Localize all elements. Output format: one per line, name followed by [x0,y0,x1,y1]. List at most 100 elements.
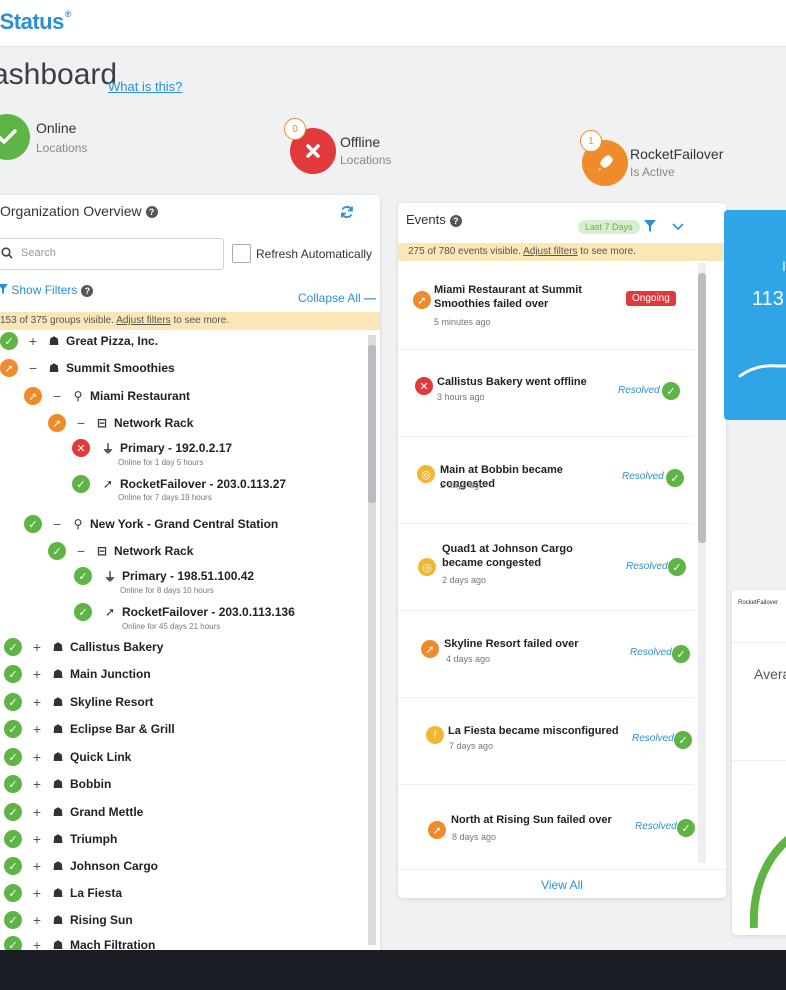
tree-row[interactable]: ✓ − ⊟ Network Rack [48,540,193,562]
date-range-badge[interactable]: Last 7 Days [578,220,640,234]
expand-icon[interactable]: + [30,885,44,901]
tree-row[interactable]: ✓ + ☗ Quick Link [4,746,131,768]
help-icon[interactable]: ? [81,284,94,297]
rocket-icon: ➚ [0,359,18,377]
refresh-automatically-checkbox[interactable] [232,244,251,263]
check-icon: ✓ [662,382,680,400]
show-filters-button[interactable]: Show Filters? [0,283,94,297]
collapse-icon[interactable]: − [50,388,64,404]
event-item[interactable]: ➚ North at Rising Sun failed over 8 days… [398,785,695,871]
events-notice: 275 of 780 events visible. Adjust filter… [398,243,726,261]
tree-row[interactable]: ✓ + ☗ Mach Filtration [4,934,155,950]
tree-row[interactable]: ✓ + ☗ Main Junction [4,663,151,685]
plug-icon: ⏚ [101,441,114,456]
tree-row[interactable]: ➚ − ☗ Summit Smoothies [0,357,175,379]
groups-notice: 153 of 375 groups visible. Adjust filter… [0,312,380,330]
collapse-all-button[interactable]: Collapse All — [298,291,376,305]
rocket-icon: ➚ [48,414,66,432]
event-item[interactable]: ➚ Miami Restaurant at Summit Smoothies f… [398,263,694,350]
tree-row[interactable]: ✓ + ☗ Grand Mettle [4,801,143,823]
app-logo[interactable]: iStatus® [0,9,72,35]
panel-title: Organization Overview? [0,203,158,219]
search-input[interactable]: Search [0,238,224,270]
event-time: 2 days ago [440,480,485,490]
status-label: Resolved [632,733,674,744]
expand-icon[interactable]: + [30,776,44,792]
tree-row[interactable]: ➚ − ⚲ Miami Restaurant [24,385,190,407]
tree-row[interactable]: ✓ + ☗ Rising Sun [4,909,133,931]
tree-row[interactable]: ✓ + ☗ Bobbin [4,773,111,795]
collapse-icon[interactable]: − [74,543,88,559]
tree-row[interactable]: ✓ + ☗ La Fiesta [4,882,122,904]
expand-icon[interactable]: + [30,721,44,737]
status-badge: Ongoing [626,291,676,306]
check-icon: ✓ [4,911,22,929]
tree-row[interactable]: ✕ ⏚ Primary - 192.0.2.17 [72,437,232,459]
stat-sublabel: Locations [340,153,392,167]
tree-row-uptime: Online for 45 days 21 hours [122,622,221,631]
stat-label: Online [36,120,77,136]
expand-icon[interactable]: + [26,333,40,349]
expand-icon[interactable]: + [30,831,44,847]
check-icon: ✓ [677,819,695,837]
help-icon[interactable]: ? [145,206,158,219]
tree-row[interactable]: ✓ + ☗ Johnson Cargo [4,855,158,877]
tree-row[interactable]: ✓ ⏚ Primary - 198.51.100.42 [74,565,254,587]
tree-scrollbar-thumb[interactable] [368,345,376,503]
organization-overview-panel: Organization Overview? Search Refresh Au… [0,195,380,950]
adjust-filters-link[interactable]: Adjust filters [116,315,170,326]
expand-icon[interactable]: + [30,912,44,928]
help-icon[interactable]: ? [449,214,462,227]
event-item[interactable]: ◎ Quad1 at Johnson Cargo became congeste… [398,524,694,611]
tree-row[interactable]: ✓ + ☗ Eclipse Bar & Grill [4,718,175,740]
expand-icon[interactable]: + [30,937,44,950]
events-scrollbar-thumb[interactable] [698,273,706,543]
tree-row[interactable]: ✓ + ☗ Callistus Bakery [4,636,163,658]
chevron-down-icon[interactable] [672,223,684,231]
rocket-icon: ➚ [104,605,116,619]
expand-icon[interactable]: + [30,666,44,682]
tree-row[interactable]: ✓ + ☗ Triumph [4,828,117,850]
org-icon: ☗ [52,640,64,654]
expand-icon[interactable]: + [30,639,44,655]
tree-row-uptime: Online for 7 days 19 hours [118,493,212,502]
rocket-icon: ➚ [421,640,439,658]
collapse-icon[interactable]: − [26,360,40,376]
collapse-icon[interactable]: − [50,516,64,532]
stat-sublabel: Locations [36,141,88,155]
location-pin-icon: ⚲ [73,389,83,403]
check-icon: ✓ [672,645,690,663]
tree-row[interactable]: ✓ + ☗ Skyline Resort [4,691,153,713]
network-rack-icon: ⊟ [96,416,108,430]
congestion-icon: ◎ [418,558,436,576]
adjust-filters-link[interactable]: Adjust filters [523,246,577,257]
tree-row[interactable]: ✓ − ⚲ New York - Grand Central Station [24,513,278,535]
rocket-icon: ➚ [24,387,42,405]
status-label: Resolved [630,647,672,658]
expand-icon[interactable]: + [30,694,44,710]
expand-icon[interactable]: + [30,804,44,820]
tree-row-uptime: Online for 8 days 10 hours [120,586,214,595]
tree-row[interactable]: ✓ + ☗ Great Pizza, Inc. [0,330,158,352]
what-is-this-link[interactable]: What is this? [108,79,182,94]
panel-title: Events? [406,212,462,227]
stat-sublabel: Is Active [630,165,675,179]
event-item[interactable]: ✕ Callistus Bakery went offline 3 hours … [398,350,694,437]
expand-icon[interactable]: + [30,858,44,874]
filter-icon[interactable] [644,220,656,232]
view-all-button[interactable]: View All [398,869,726,898]
tree-row[interactable]: ➚ − ⊟ Network Rack [48,412,193,434]
event-item[interactable]: ◎ Main at Bobbin became congested 2 days… [398,437,694,524]
expand-icon[interactable]: + [30,749,44,765]
summary-card[interactable]: I 113 [724,210,786,420]
event-item[interactable]: ! La Fiesta became misconfigured 7 days … [398,698,694,785]
tree-row[interactable]: ✓ ➚ RocketFailover - 203.0.113.136 [74,601,295,623]
app-screen: iStatus® ashboard What is this? Online L… [0,0,786,950]
tree-row[interactable]: ✓ ➚ RocketFailover - 203.0.113.27 [72,473,286,495]
collapse-icon[interactable]: − [74,415,88,431]
refresh-icon[interactable] [340,205,354,219]
event-item[interactable]: ➚ Skyline Resort failed over 4 days ago … [398,611,694,698]
status-label: Resolved [618,385,660,396]
org-icon: ☗ [52,722,64,736]
org-icon: ☗ [52,938,64,950]
